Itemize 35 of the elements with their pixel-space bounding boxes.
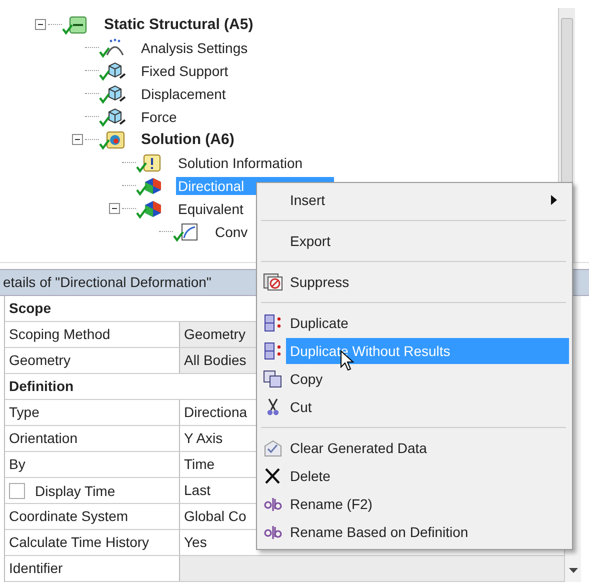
menu-item[interactable]: Clear Generated Data bbox=[260, 434, 569, 462]
menu-item[interactable]: Export bbox=[260, 227, 569, 255]
menu-item[interactable]: Delete bbox=[260, 462, 569, 490]
collapse-icon[interactable] bbox=[71, 132, 85, 146]
section-header: Scope bbox=[8, 299, 52, 318]
submenu-arrow-icon bbox=[551, 195, 557, 205]
menu-item[interactable]: Rename Based on Definition bbox=[260, 518, 569, 546]
checkbox[interactable] bbox=[9, 482, 25, 498]
tree-item[interactable]: Solution (A6) bbox=[139, 130, 236, 149]
property-label: By bbox=[5, 452, 180, 477]
suppress-icon bbox=[262, 272, 284, 292]
scroll-down-icon[interactable] bbox=[568, 568, 578, 574]
clear-icon bbox=[262, 438, 284, 458]
menu-item[interactable]: Duplicate bbox=[260, 309, 569, 337]
property-label: Orientation bbox=[5, 426, 180, 451]
menu-item[interactable]: Rename (F2) bbox=[260, 490, 569, 518]
property-label: Display Time bbox=[35, 482, 116, 501]
tree-item[interactable]: Fixed Support bbox=[139, 62, 230, 80]
menu-item[interactable]: Copy bbox=[260, 365, 569, 393]
tree-item[interactable]: Displacement bbox=[139, 84, 228, 102]
section-header: Definition bbox=[8, 377, 75, 396]
tree-item[interactable]: Solution Information bbox=[176, 154, 305, 172]
tree-item[interactable]: Force bbox=[139, 108, 179, 126]
collapse-icon[interactable] bbox=[108, 202, 122, 216]
collapse-icon[interactable] bbox=[34, 18, 48, 32]
copy-icon bbox=[262, 369, 284, 389]
tree-item[interactable]: Static Structural (A5) bbox=[102, 15, 256, 34]
property-label: Coordinate System bbox=[5, 504, 180, 529]
menu-item[interactable]: Cut bbox=[260, 393, 569, 421]
property-label: Type bbox=[5, 400, 180, 425]
menu-item[interactable]: Suppress bbox=[260, 268, 569, 296]
tree-item[interactable]: Analysis Settings bbox=[139, 38, 250, 56]
tree-item[interactable]: Equivalent bbox=[176, 200, 246, 218]
tree-item[interactable]: Conv bbox=[213, 222, 250, 240]
property-label: Calculate Time History bbox=[5, 530, 180, 555]
